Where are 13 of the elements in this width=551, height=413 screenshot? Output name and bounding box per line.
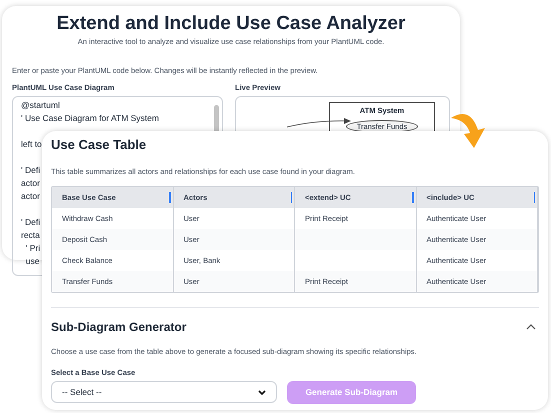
code-line: ' Defi — [21, 216, 40, 229]
code-line: left to — [21, 138, 42, 151]
code-line: recta — [21, 228, 40, 242]
code-line: actor — [21, 176, 40, 190]
app-title: Extend and Include Use Case Analyzer — [56, 12, 406, 36]
code-line: ' Use Case Diagram for ATM System — [21, 112, 159, 125]
table-title: Use Case Table — [51, 136, 146, 154]
code-line: @startuml — [21, 98, 60, 112]
code-line: ' Defi — [21, 164, 40, 177]
section-title: Sub-Diagram Generator — [51, 319, 186, 336]
code-line: ' Pri — [24, 242, 40, 255]
code-line: use — [24, 254, 40, 268]
code-line: actor — [21, 190, 40, 203]
